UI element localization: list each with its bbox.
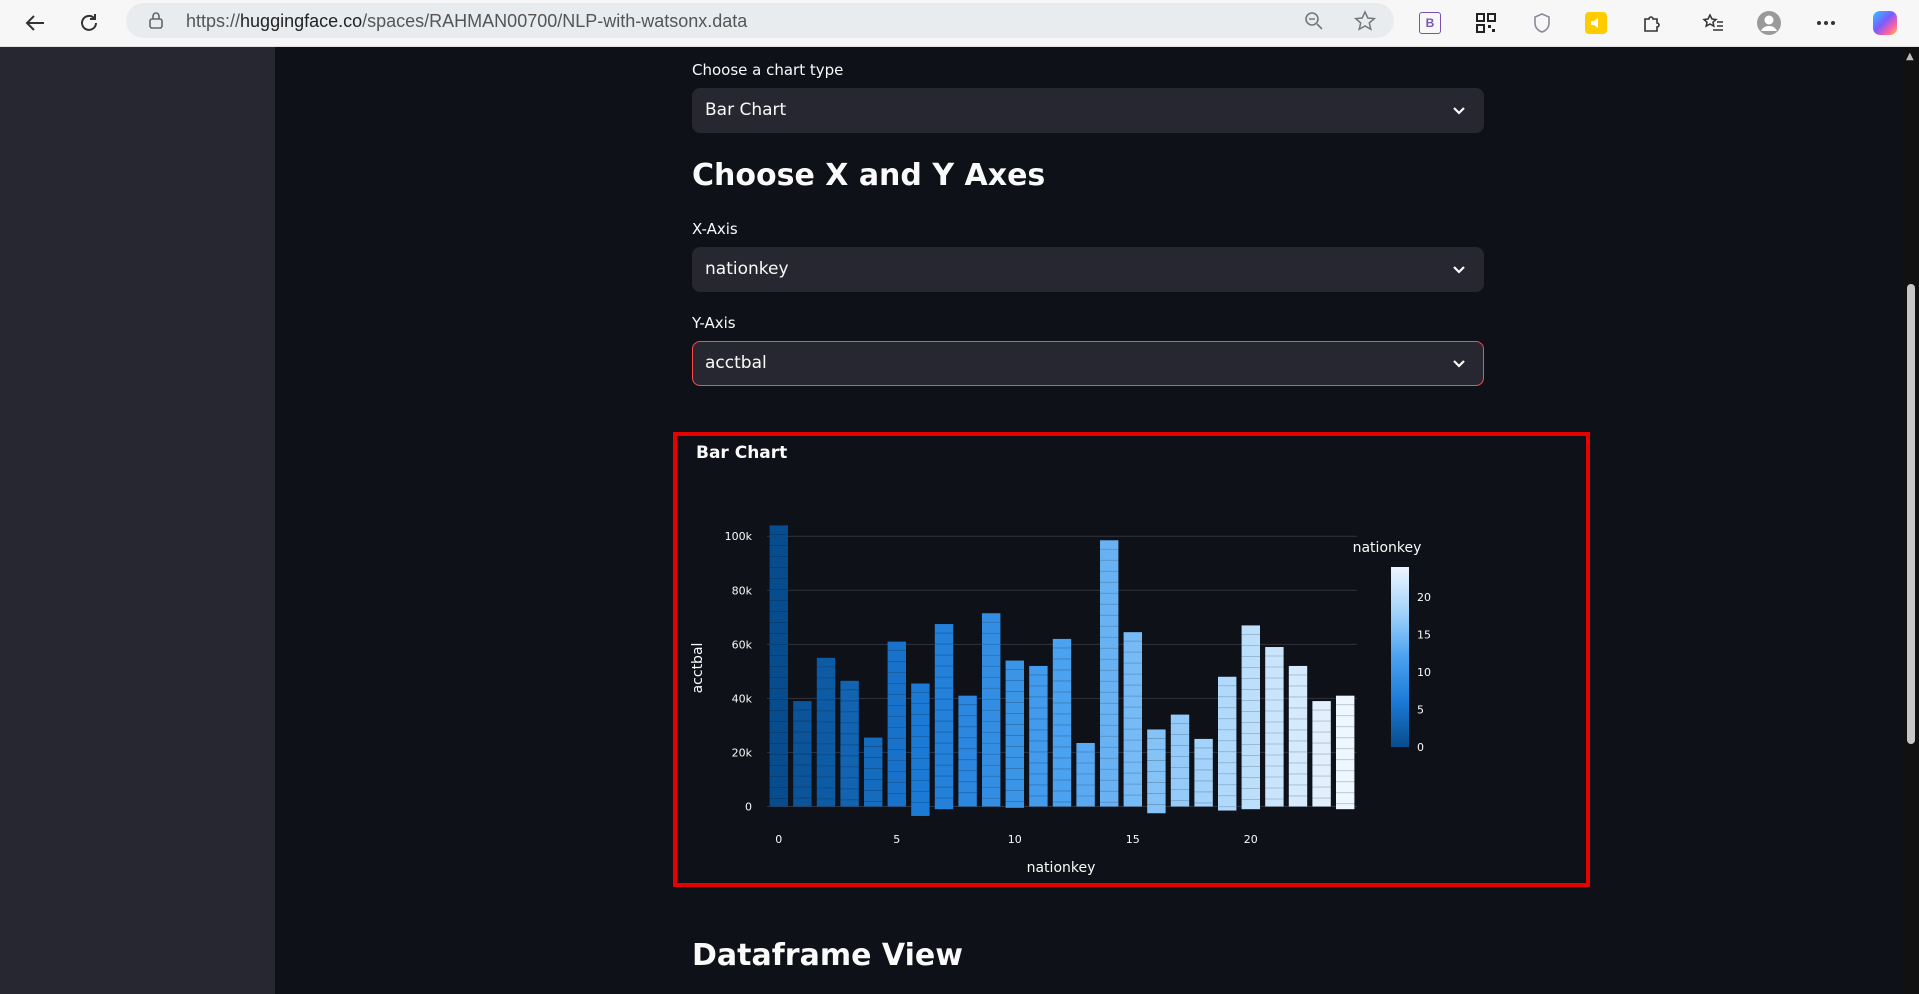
x-tick-label: 0	[775, 833, 782, 846]
scroll-up-arrow-icon[interactable]: ▲	[1906, 51, 1914, 62]
colorbar-tick-label: 10	[1417, 666, 1431, 679]
chart-type-value: Bar Chart	[705, 100, 787, 120]
bar[interactable]	[840, 680, 859, 807]
page-scrollbar[interactable]: ▲	[1903, 47, 1919, 994]
zoom-out-icon[interactable]	[1304, 11, 1324, 31]
chart-type-label: Choose a chart type	[692, 61, 844, 79]
bar[interactable]	[1170, 714, 1190, 807]
url-host: huggingface.co	[240, 11, 363, 31]
y-tick-label: 80k	[732, 584, 753, 597]
bar[interactable]	[1194, 738, 1213, 807]
bar[interactable]	[1288, 665, 1308, 807]
x-axis-value: nationkey	[705, 259, 789, 279]
url-path: /spaces/RAHMAN00700/NLP-with-watsonx.dat…	[362, 11, 748, 31]
copilot-icon[interactable]	[1869, 7, 1901, 39]
y-axis-title: acctbal	[690, 643, 706, 694]
bar-chart: 0 20k 40k 60k 80k 100k 0 5 10 15 20 acctbal nation…	[690, 525, 1431, 876]
scroll-thumb[interactable]	[1907, 284, 1915, 744]
bar[interactable]	[1029, 665, 1048, 807]
favorite-star-icon[interactable]	[1354, 10, 1376, 32]
colorbar	[1391, 567, 1409, 747]
bar[interactable]	[887, 641, 907, 807]
browser-toolbar: https://huggingface.co/spaces/RAHMAN0070…	[0, 0, 1919, 47]
more-options-icon[interactable]	[1810, 7, 1842, 39]
x-tick-label: 15	[1126, 833, 1140, 846]
favorites-list-icon[interactable]	[1697, 7, 1729, 39]
speaker-extension-icon[interactable]	[1580, 7, 1612, 39]
colorbar-tick-label: 0	[1417, 741, 1424, 754]
url-text: https://huggingface.co/spaces/RAHMAN0070…	[186, 11, 747, 32]
bar[interactable]	[816, 657, 836, 807]
bootstrap-extension-icon[interactable]: B	[1414, 7, 1446, 39]
x-tick-label: 5	[893, 833, 900, 846]
back-button[interactable]	[19, 7, 51, 39]
y-tick-label: 20k	[732, 746, 753, 759]
bar[interactable]	[1265, 647, 1284, 807]
bar[interactable]	[863, 737, 883, 807]
colorbar-tick-label: 5	[1417, 704, 1424, 717]
colorbar-tick-label: 20	[1417, 591, 1431, 604]
y-tick-label: 40k	[732, 692, 753, 705]
bar[interactable]	[1099, 540, 1119, 807]
reload-icon	[81, 14, 97, 31]
reload-button[interactable]	[73, 7, 105, 39]
bar[interactable]	[1076, 742, 1095, 807]
axes-heading: Choose X and Y Axes	[692, 158, 1046, 193]
x-tick-label: 10	[1008, 833, 1022, 846]
profile-avatar-icon[interactable]	[1753, 7, 1785, 39]
chart-type-select[interactable]: Bar Chart	[692, 88, 1484, 133]
chevron-down-icon	[1453, 360, 1465, 368]
bar[interactable]	[958, 695, 977, 807]
back-arrow-icon	[25, 15, 44, 31]
chevron-down-icon	[1453, 107, 1465, 115]
x-axis-title: nationkey	[1027, 860, 1096, 876]
colorbar-title: nationkey	[1353, 540, 1422, 556]
x-axis-label: X-Axis	[692, 220, 738, 238]
y-axis-label: Y-Axis	[692, 314, 736, 332]
colorbar-tick-label: 15	[1417, 629, 1431, 642]
bar[interactable]	[1052, 638, 1072, 807]
bar[interactable]	[1123, 632, 1143, 807]
qr-code-extension-icon[interactable]	[1470, 7, 1502, 39]
chevron-down-icon	[1453, 266, 1465, 274]
bar[interactable]	[934, 624, 954, 810]
y-axis-select[interactable]: acctbal	[692, 341, 1484, 386]
x-axis-select[interactable]: nationkey	[692, 247, 1484, 292]
bar[interactable]	[1241, 625, 1261, 810]
y-axis-value: acctbal	[705, 353, 767, 373]
address-bar[interactable]: https://huggingface.co/spaces/RAHMAN0070…	[126, 3, 1394, 38]
x-tick-label: 20	[1244, 833, 1258, 846]
dataframe-heading: Dataframe View	[692, 938, 963, 973]
chart-title: Bar Chart	[696, 443, 788, 463]
bar[interactable]	[1005, 660, 1025, 808]
y-tick-label: 60k	[732, 638, 753, 651]
bar[interactable]	[1335, 695, 1355, 810]
y-tick-label: 100k	[725, 530, 753, 543]
lock-icon	[149, 12, 163, 29]
shield-extension-icon[interactable]	[1526, 7, 1558, 39]
y-tick-label: 0	[745, 800, 752, 813]
app-sidebar	[0, 47, 275, 994]
url-prefix: https://	[186, 11, 241, 31]
extensions-puzzle-icon[interactable]	[1636, 7, 1668, 39]
